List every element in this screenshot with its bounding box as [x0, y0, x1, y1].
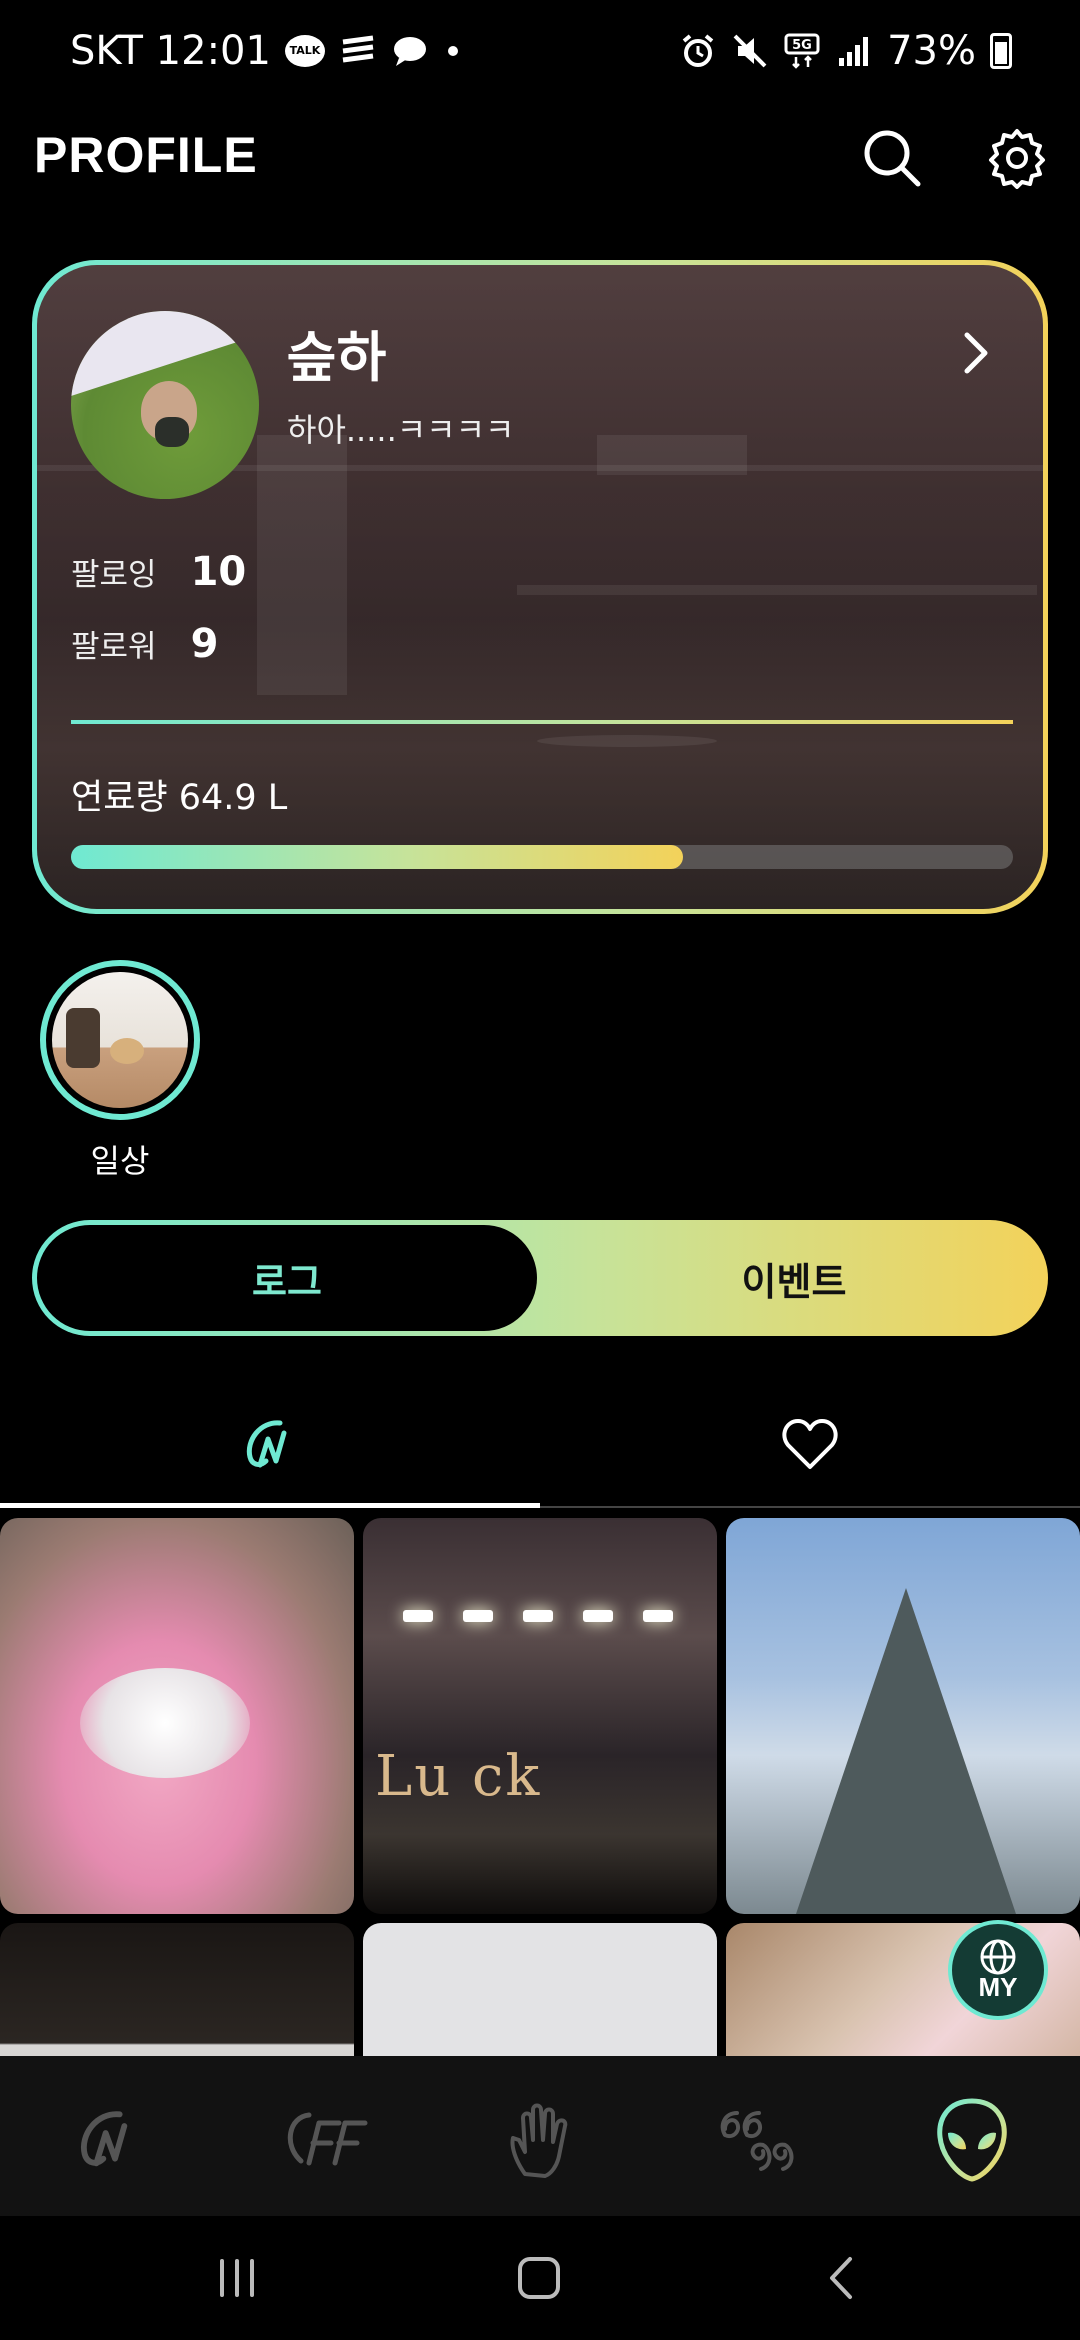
nav-ff[interactable]	[264, 2092, 384, 2188]
fuel-progress-bar	[71, 845, 1013, 869]
stage-text: Lu ck	[375, 1744, 542, 1809]
log-tab[interactable]: 로그	[37, 1225, 537, 1331]
following-label: 팔로잉	[71, 557, 157, 593]
event-tab[interactable]: 이벤트	[540, 1220, 1048, 1336]
highlight-thumbnail	[52, 972, 188, 1108]
kakaotalk-icon: TALK	[284, 35, 325, 67]
content-tabs	[0, 1380, 1080, 1510]
svg-text:5G: 5G	[792, 38, 812, 53]
following-count: 10	[190, 549, 247, 595]
tab-posts[interactable]	[0, 1380, 540, 1510]
back-icon	[830, 2257, 852, 2299]
dot-icon	[443, 32, 481, 70]
chevron-right-icon	[964, 332, 988, 374]
followers-stat[interactable]: 팔로워 9	[71, 621, 218, 667]
profile-avatar[interactable]	[71, 311, 259, 499]
heart-icon	[782, 1419, 838, 1469]
my-world-button[interactable]: MY	[948, 1920, 1048, 2020]
photo-tile[interactable]	[0, 1923, 354, 2058]
hand-icon	[510, 2103, 568, 2178]
highlight-item[interactable]: 일상	[40, 960, 200, 1182]
profile-name: 슾하	[287, 326, 387, 389]
highlight-label: 일상	[90, 1142, 150, 1180]
home-icon	[518, 2257, 560, 2299]
notification-icon	[339, 32, 377, 70]
tab-likes[interactable]	[540, 1380, 1080, 1510]
active-tab-indicator	[0, 1503, 540, 1508]
my-label: MY	[978, 1971, 1018, 2002]
fuel-label: 연료량 64.9 L	[71, 778, 288, 818]
nav-home[interactable]	[48, 2092, 168, 2188]
search-button[interactable]	[852, 118, 932, 198]
gear-icon	[989, 129, 1045, 189]
recent-apps-button[interactable]	[192, 2238, 282, 2318]
alarm-icon	[679, 32, 717, 70]
search-icon	[864, 130, 921, 187]
network-5g-icon: 5G	[783, 32, 821, 70]
logo-n-icon	[80, 2111, 128, 2167]
quote-icon	[720, 2111, 794, 2171]
recents-icon	[220, 2259, 254, 2297]
page-title: PROFILE	[34, 127, 258, 183]
followers-label: 팔로워	[71, 629, 157, 665]
chat-icon	[391, 32, 429, 70]
nav-hand[interactable]	[480, 2092, 600, 2188]
battery-icon	[990, 33, 1012, 69]
mute-icon	[731, 32, 769, 70]
fuel-progress-fill	[71, 845, 684, 869]
nav-my-profile[interactable]	[912, 2092, 1032, 2188]
photo-tile[interactable]	[0, 1518, 354, 1914]
system-navigation	[0, 2216, 1080, 2340]
settings-button[interactable]	[977, 118, 1057, 198]
log-event-toggle: 로그 이벤트	[32, 1220, 1048, 1336]
highlight-ring	[40, 960, 200, 1120]
back-button[interactable]	[798, 2238, 888, 2318]
logo-n-icon	[246, 1420, 287, 1468]
photo-tile[interactable]: Lu ck	[363, 1518, 717, 1914]
photo-tile[interactable]	[363, 1923, 717, 2058]
carrier-time: SKT 12:01	[70, 28, 271, 74]
header: PROFILE	[0, 118, 1080, 198]
alien-icon	[937, 2098, 1007, 2182]
home-button[interactable]	[494, 2238, 584, 2318]
battery-percent: 73%	[887, 28, 976, 74]
card-divider	[71, 720, 1013, 724]
profile-detail-button[interactable]	[951, 329, 999, 377]
nav-quote[interactable]	[696, 2092, 816, 2188]
photo-grid: Lu ck	[0, 1518, 1080, 2058]
globe-icon	[980, 1939, 1016, 1974]
ff-icon	[287, 2112, 368, 2166]
signal-icon	[835, 32, 873, 70]
profile-card[interactable]: 슾하 하아.....ㅋㅋㅋㅋ 팔로잉 10 팔로워 9 연료량 64.9 L	[32, 260, 1048, 914]
status-bar: SKT 12:01 TALK 5G 73%	[0, 0, 1080, 100]
followers-count: 9	[190, 621, 219, 667]
bottom-navigation	[0, 2056, 1080, 2216]
profile-bio: 하아.....ㅋㅋㅋㅋ	[287, 411, 515, 449]
photo-tile[interactable]	[726, 1518, 1080, 1914]
following-stat[interactable]: 팔로잉 10	[71, 549, 246, 595]
